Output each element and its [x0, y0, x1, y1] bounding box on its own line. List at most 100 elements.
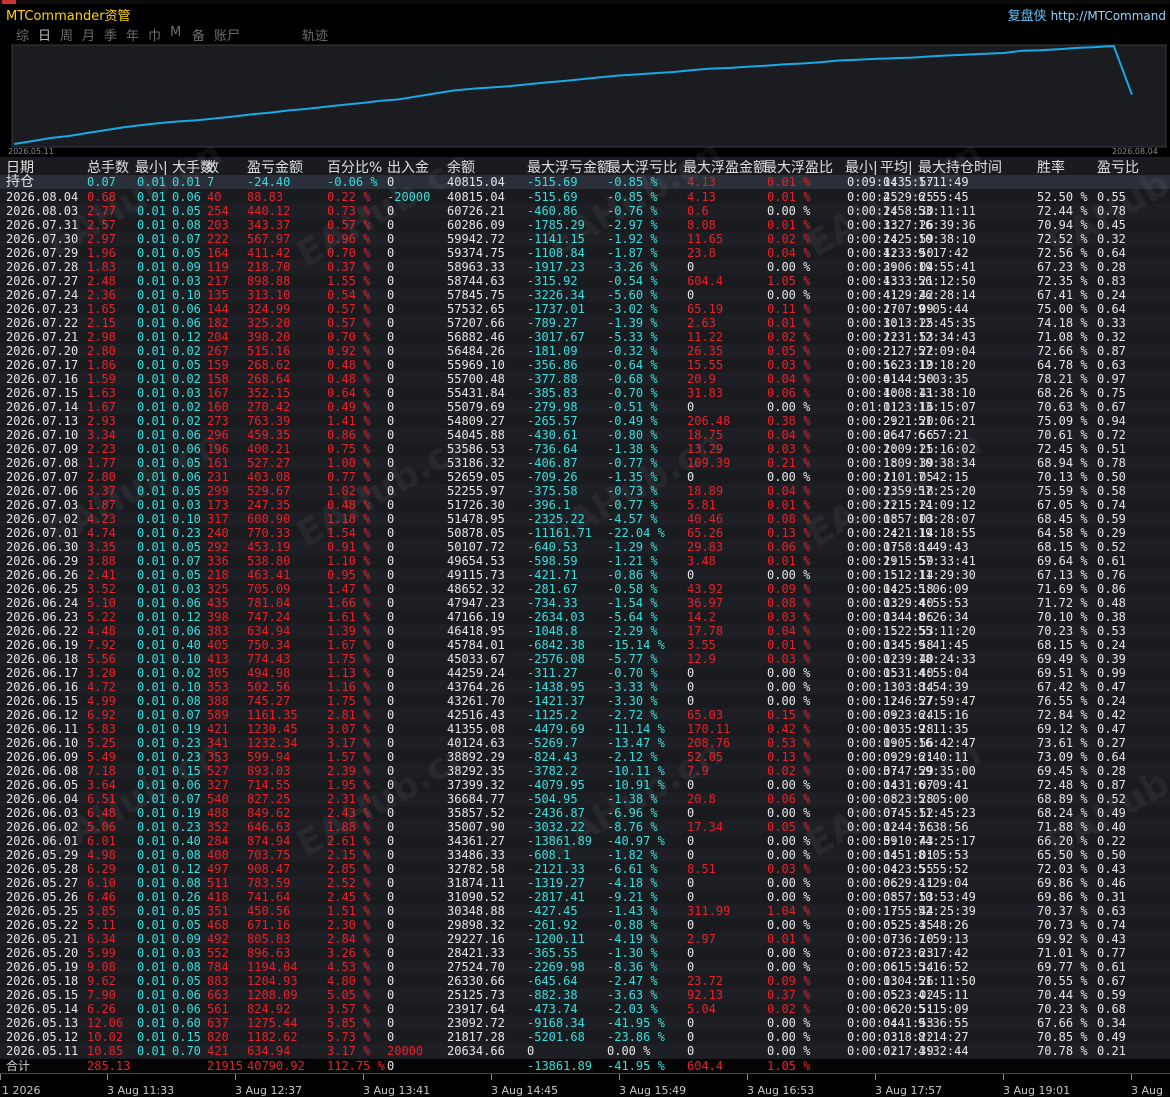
table-row[interactable]: 2026.06.11 5.83 0.01 0.19 421 1230.45 3.07 % 0 4… — [0, 722, 1170, 736]
total-row[interactable]: 合计 285.13 21915 40790.92 112.75 % 0 -13861.89-… — [0, 1059, 1170, 1073]
tab-8[interactable]: 备 — [192, 25, 205, 44]
table-row[interactable]: 2026.07.27 2.48 0.01 0.03 217 898.88 1.55 % 0 58… — [0, 274, 1170, 288]
tab-1[interactable]: 日 — [38, 25, 51, 44]
tab-3[interactable]: 月 — [82, 25, 95, 44]
table-row[interactable]: 2026.06.18 5.56 0.01 0.10 413 774.43 1.75 % 0 45… — [0, 652, 1170, 666]
cell-17: 0.24 — [1097, 694, 1126, 708]
cell-16: 75.09 % — [1037, 414, 1088, 428]
cell-9: -1048.8 — [527, 624, 578, 638]
table-row[interactable]: 2026.06.10 5.25 0.01 0.23 341 1232.34 3.17 % 0 4… — [0, 736, 1170, 750]
cell-9: -2634.03 — [527, 610, 585, 624]
table-row[interactable]: 2026.06.12 6.92 0.01 0.07 589 1161.35 2.81 % 0 4… — [0, 708, 1170, 722]
tab-10[interactable]: 轨迹 — [302, 25, 328, 44]
table-row[interactable]: 2026.05.19 9.08 0.01 0.08 784 1194.04 4.53 % 0 2… — [0, 960, 1170, 974]
table-row[interactable]: 2026.06.23 5.22 0.01 0.12 398 747.24 1.61 % 0 47… — [0, 610, 1170, 624]
tab-7[interactable]: M — [170, 25, 181, 40]
table-row[interactable]: 2026.07.28 1.83 0.01 0.09 119 218.70 0.37 % 0 58… — [0, 260, 1170, 274]
table-row[interactable]: 2026.05.12 10.02 0.01 0.15 820 1182.62 5.73 % 0… — [0, 1030, 1170, 1044]
cell-4: 784 — [207, 960, 229, 974]
table-row[interactable]: 2026.06.24 5.10 0.01 0.06 435 781.04 1.66 % 0 47… — [0, 596, 1170, 610]
table-row[interactable]: 2026.05.14 6.26 0.01 0.06 561 824.92 3.57 % 0 23… — [0, 1002, 1170, 1016]
table-row[interactable]: 2026.06.17 3.20 0.01 0.02 305 494.98 1.13 % 0 44… — [0, 666, 1170, 680]
table-row[interactable]: 2026.07.21 2.98 0.01 0.12 204 398.20 0.70 % 0 56… — [0, 330, 1170, 344]
table-row[interactable]: 2026.07.24 2.36 0.01 0.10 135 313.10 0.54 % 0 57… — [0, 288, 1170, 302]
col-header-17[interactable]: 盈亏比 — [1097, 157, 1139, 177]
col-header-12[interactable]: 最大浮盈比 — [763, 157, 833, 177]
table-row[interactable]: 2026.05.18 9.62 0.01 0.05 883 1204.93 4.80 % 0 2… — [0, 974, 1170, 988]
table-row[interactable]: 2026.06.29 3.88 0.01 0.07 336 538.80 1.10 % 0 49… — [0, 554, 1170, 568]
table-row[interactable]: 2026.05.26 6.46 0.01 0.26 418 741.64 2.45 % 0 31… — [0, 890, 1170, 904]
cell-15: 9:36:55 — [918, 1016, 969, 1030]
cell-1: 2.15 — [87, 316, 116, 330]
cell-16: 69.51 % — [1037, 666, 1088, 680]
cell-17: 0.47 — [1097, 680, 1126, 694]
col-header-16[interactable]: 胜率 — [1037, 157, 1065, 177]
time-axis-tick — [875, 1074, 876, 1080]
tab-6[interactable]: 巾 — [148, 25, 161, 44]
table-row[interactable]: 2026.06.16 4.72 0.01 0.10 353 502.56 1.16 % 0 43… — [0, 680, 1170, 694]
cell-17: 0.75 — [1097, 386, 1126, 400]
table-row[interactable]: 2026.06.22 4.48 0.01 0.06 383 634.94 1.39 % 0 46… — [0, 624, 1170, 638]
table-row[interactable]: 2026.05.22 5.11 0.01 0.05 468 671.16 2.30 % 0 29… — [0, 918, 1170, 932]
table-row[interactable]: 2026.07.16 1.59 0.01 0.02 158 268.64 0.48 % 0 55… — [0, 372, 1170, 386]
cell-5: 1230.45 — [247, 722, 298, 736]
brand[interactable]: 复盘侠 http://MTCommand — [1008, 5, 1166, 24]
table-row[interactable]: 2026.06.26 2.41 0.01 0.05 218 463.41 0.95 % 0 49… — [0, 568, 1170, 582]
table-row[interactable]: 2026.07.10 3.34 0.01 0.06 296 459.35 0.86 % 0 54… — [0, 428, 1170, 442]
table-row[interactable]: 2026.05.28 6.29 0.01 0.12 497 908.47 2.85 % 0 32… — [0, 862, 1170, 876]
cell-12: 0.00 % — [767, 1030, 811, 1044]
cell-16: 69.49 % — [1037, 652, 1088, 666]
tab-2[interactable]: 周 — [60, 25, 73, 44]
cell-6: 0.86 % — [327, 428, 371, 442]
table-row[interactable]: 2026.06.15 4.99 0.01 0.08 388 745.27 1.75 % 0 43… — [0, 694, 1170, 708]
cell-12: 0.00 % — [767, 890, 811, 904]
cell-3: 0.19 — [172, 806, 201, 820]
cell-15: 5:06:09 — [918, 582, 969, 596]
tab-4[interactable]: 季 — [104, 25, 117, 44]
cell-8: 49115.73 — [447, 568, 505, 582]
table-row[interactable]: 2026.05.15 7.90 0.01 0.06 663 1208.09 5.05 % 0 2… — [0, 988, 1170, 1002]
table-row[interactable]: 2026.05.27 6.10 0.01 0.08 511 783.59 2.52 % 0 31… — [0, 876, 1170, 890]
cell-12: 0.02 % — [767, 1002, 811, 1016]
cell-0: 2026.06.26 — [6, 568, 79, 582]
table-row[interactable]: 2026.05.25 3.85 0.01 0.05 351 450.56 1.51 % 0 30… — [0, 904, 1170, 918]
col-header-6[interactable]: 百分比% — [327, 157, 382, 177]
cell-17: 0.43 — [1097, 862, 1126, 876]
cell-8: 20634.66 — [447, 1044, 505, 1058]
cell-2: 0.01 — [137, 960, 166, 974]
table-row[interactable]: 2026.07.23 1.65 0.01 0.06 144 324.99 0.57 % 0 57… — [0, 302, 1170, 316]
table-row[interactable]: 2026.07.22 2.15 0.01 0.06 182 325.20 0.57 % 0 57… — [0, 316, 1170, 330]
time-axis-label: 3 Aug 17:57 — [875, 1084, 943, 1097]
table-row[interactable]: 2026.05.21 6.34 0.01 0.09 492 805.83 2.84 % 0 29… — [0, 932, 1170, 946]
table-row[interactable]: 2026.07.13 2.93 0.01 0.02 273 763.39 1.41 % 0 54… — [0, 414, 1170, 428]
cell-8: 57845.75 — [447, 288, 505, 302]
table-row[interactable]: 2026.07.20 2.80 0.01 0.02 267 515.16 0.92 % 0 56… — [0, 344, 1170, 358]
cell-3: 0.06 — [172, 624, 201, 638]
table-row[interactable]: 2026.06.30 3.35 0.01 0.05 292 453.19 0.91 % 0 50… — [0, 540, 1170, 554]
table-row[interactable]: 2026.05.13 12.06 0.01 0.60 637 1275.44 5.85 % 0… — [0, 1016, 1170, 1030]
table-row[interactable]: 2026.05.11 10.85 0.01 0.70 421 634.94 3.17 % 20… — [0, 1044, 1170, 1058]
col-header-1[interactable]: 总手数 — [87, 157, 129, 177]
cell-11: 311.99 — [687, 904, 731, 918]
table-row[interactable]: 2026.07.17 1.86 0.01 0.05 159 268.62 0.48 % 0 55… — [0, 358, 1170, 372]
cell-7: 0 — [387, 988, 395, 1002]
tab-0[interactable]: 综 — [16, 25, 29, 44]
table-row[interactable]: 2026.05.20 5.99 0.01 0.03 552 896.63 3.26 % 0 28… — [0, 946, 1170, 960]
table-row[interactable]: 2026.07.15 1.63 0.01 0.03 167 352.15 0.64 % 0 55… — [0, 386, 1170, 400]
cell-5: 1194.04 — [247, 960, 298, 974]
brand-name[interactable]: 复盘侠 — [1008, 9, 1047, 24]
cell-1: 4.72 — [87, 680, 116, 694]
table-row[interactable]: 2026.07.14 1.67 0.01 0.02 160 270.42 0.49 % 0 55… — [0, 400, 1170, 414]
col-header-13[interactable]: 最小| — [845, 157, 878, 177]
cell-17: 0.59 — [1097, 988, 1126, 1002]
cell-10: -3.26 % — [607, 260, 658, 274]
table-row[interactable]: 2026.06.25 3.52 0.01 0.03 325 705.09 1.47 % 0 48… — [0, 582, 1170, 596]
cell-9: -315.92 — [527, 274, 578, 288]
tab-5[interactable]: 年 — [126, 25, 139, 44]
col-header-9[interactable]: 最大浮亏金额 — [527, 157, 611, 177]
tab-9[interactable]: 账尸 — [214, 25, 240, 44]
cell-9: -5269.7 — [527, 736, 578, 750]
brand-url[interactable]: http://MTCommand — [1051, 9, 1166, 23]
col-header-5[interactable]: 盈亏金额 — [247, 157, 303, 177]
table-row[interactable]: 2026.06.19 7.92 0.01 0.40 405 750.34 1.67 % 0 45… — [0, 638, 1170, 652]
